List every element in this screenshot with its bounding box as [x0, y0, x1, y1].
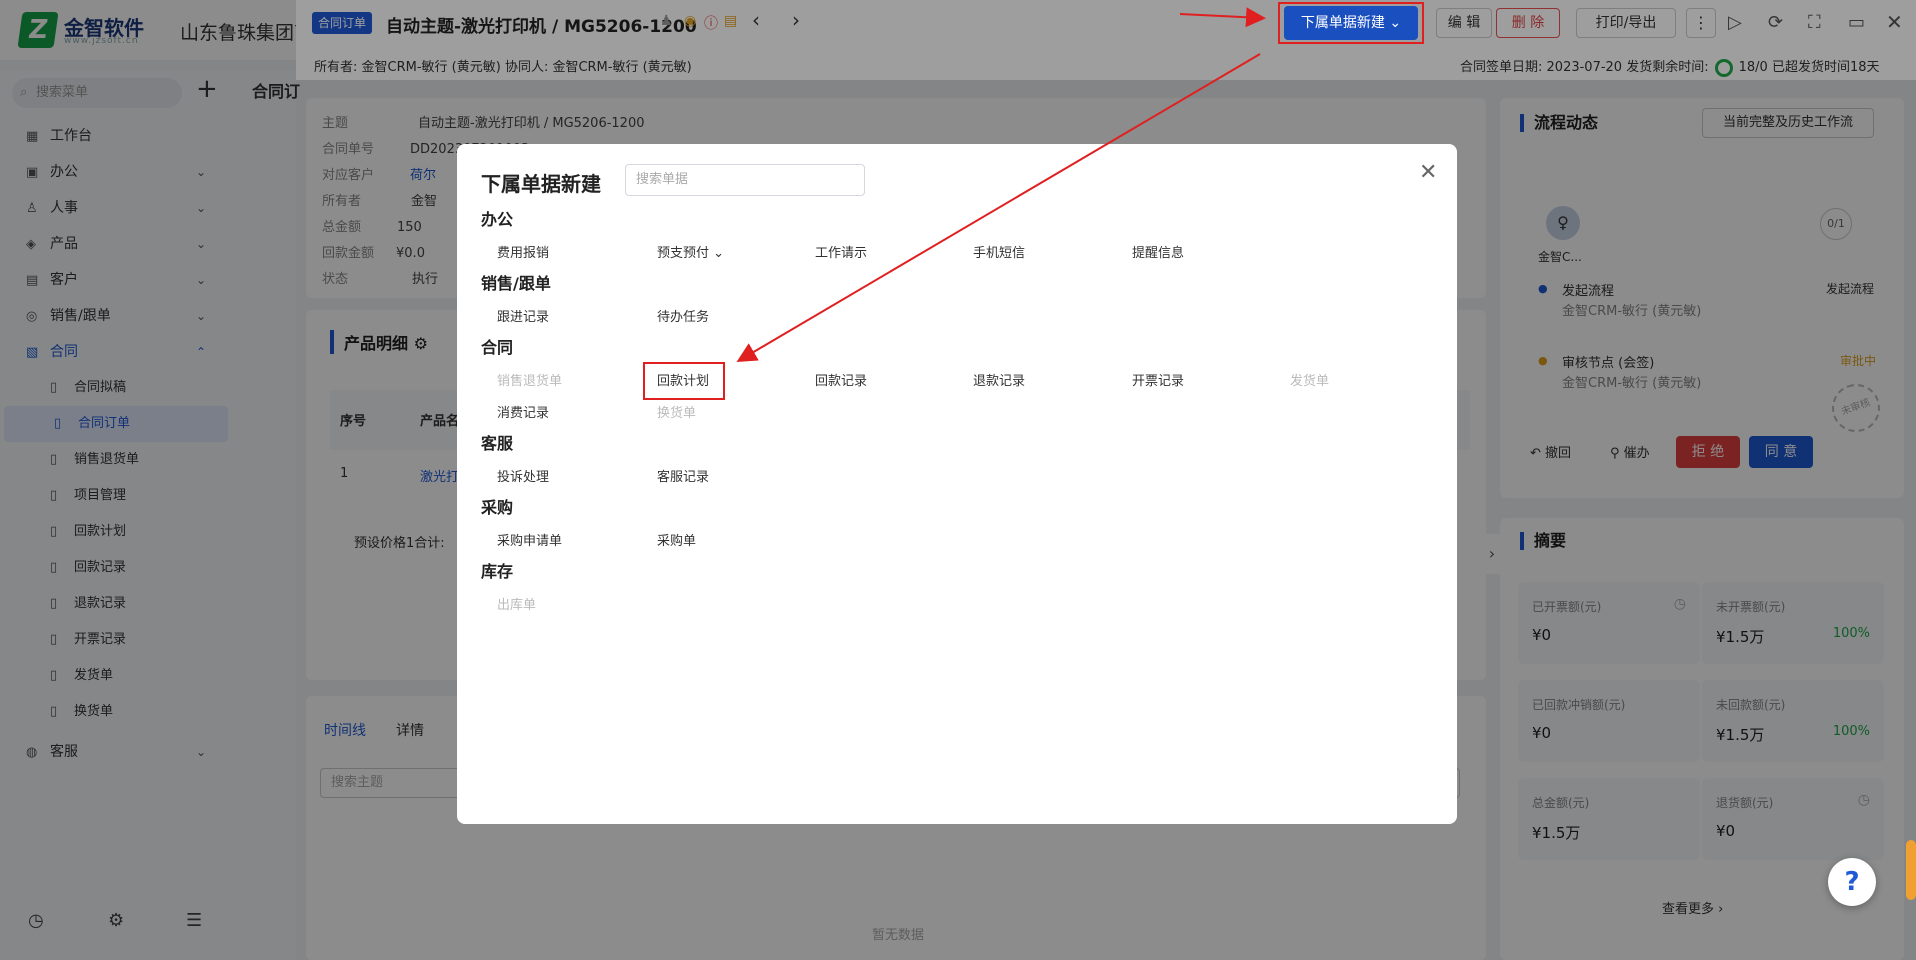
help-icon[interactable]: ? [1828, 858, 1876, 906]
annotation-arrows [736, 7, 1266, 363]
arrow-to-payment-plan [736, 53, 1261, 363]
arrow-to-new-button [1179, 7, 1266, 28]
scrollbar[interactable] [1906, 840, 1916, 900]
